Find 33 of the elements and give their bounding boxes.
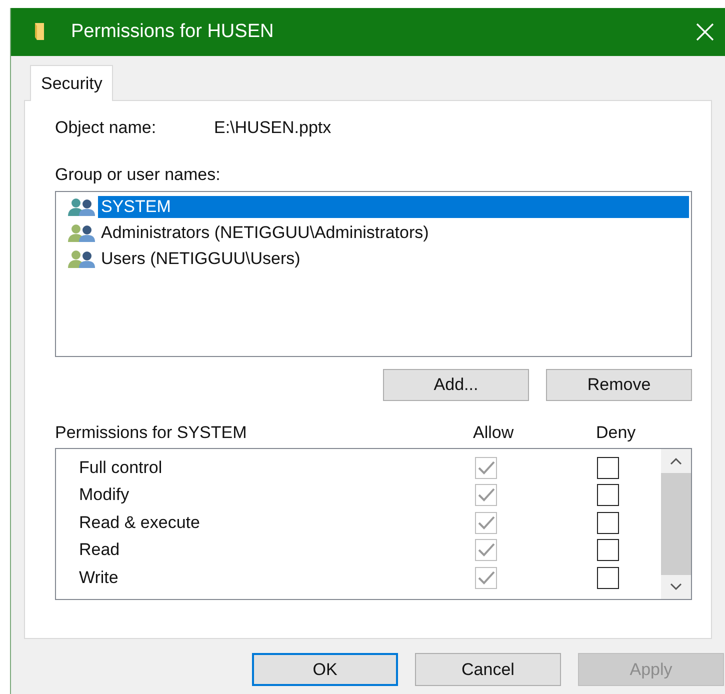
checkbox[interactable] — [597, 566, 619, 589]
permission-name: Full control — [78, 458, 164, 478]
checkbox[interactable] — [597, 484, 619, 506]
checkbox[interactable] — [597, 456, 619, 479]
scrollbar[interactable] — [661, 449, 691, 599]
user-item[interactable]: Administrators (NETIGGUU\Administrators) — [98, 222, 432, 244]
tab[interactable]: Security — [30, 65, 114, 101]
permission-name: Modify — [78, 485, 130, 506]
checkbox[interactable] — [597, 512, 619, 534]
user-item[interactable]: Users (NETIGGUU\Users) — [98, 248, 304, 270]
permission-name: Read & execute — [78, 512, 201, 533]
user-item[interactable]: SYSTEM — [98, 196, 689, 218]
users-icon — [66, 197, 98, 217]
checkbox[interactable] — [597, 539, 619, 562]
scrollbar-thumb[interactable] — [661, 473, 691, 575]
scroll-up-icon[interactable] — [670, 457, 682, 465]
scroll-down-icon[interactable] — [670, 583, 682, 591]
list-button[interactable]: Remove — [546, 369, 692, 401]
permission-name: Write — [78, 568, 120, 588]
deny-header: Deny — [596, 423, 636, 443]
list-button[interactable]: Add... — [383, 369, 529, 401]
users-icon — [66, 249, 98, 269]
dialog-button[interactable]: OK — [252, 653, 398, 686]
dialog-button[interactable]: Cancel — [415, 653, 561, 686]
close-icon[interactable] — [695, 22, 715, 42]
allow-header: Allow — [473, 423, 515, 443]
permission-name: Read — [78, 540, 121, 560]
window-title: Permissions for HUSEN — [71, 21, 274, 43]
users-icon — [66, 223, 98, 243]
group-label: Group or user names: — [55, 165, 222, 185]
object-name-value: E:\HUSEN.pptx — [214, 118, 332, 138]
permissions-label: Permissions for SYSTEM — [55, 423, 248, 443]
object-name-label: Object name: — [55, 118, 158, 138]
